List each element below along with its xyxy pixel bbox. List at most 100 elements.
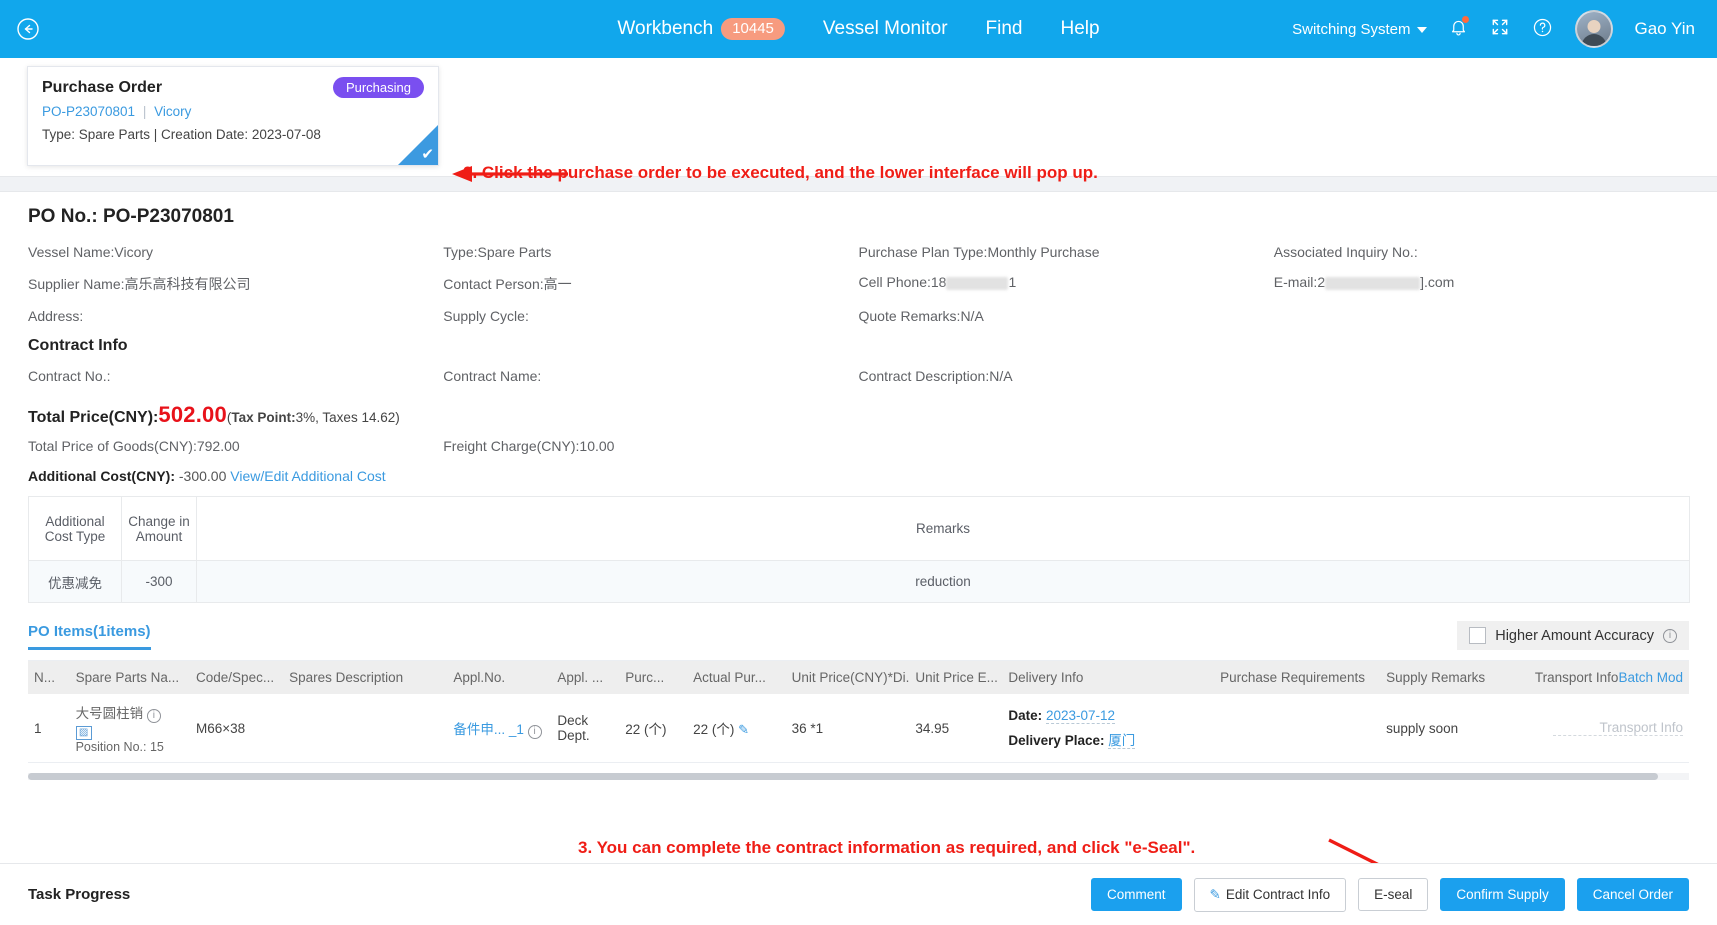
total-price-line: Total Price(CNY):502.00(Tax Point:3%, Ta…	[28, 402, 1689, 428]
position-no-label: Position No.:	[75, 740, 147, 754]
e-seal-button[interactable]: E-seal	[1358, 878, 1429, 911]
edit-pencil-icon[interactable]: ✎	[738, 722, 749, 737]
nav-label-find: Find	[985, 18, 1023, 39]
switching-system-dropdown[interactable]: Switching System	[1292, 20, 1427, 38]
transport-info-input[interactable]: Transport Info	[1553, 720, 1683, 736]
contract-fields-grid: Contract No.: Contract Name: Contract De…	[28, 368, 1689, 384]
nav-item-workbench[interactable]: Workbench 10445	[617, 17, 785, 41]
field-label: Purchase Plan Type:	[858, 244, 988, 260]
field-label: Address:	[28, 308, 84, 324]
appl-no-link[interactable]: 备件申... _1	[453, 722, 524, 737]
field-value: 18	[930, 274, 947, 290]
info-icon[interactable]: i	[527, 724, 542, 739]
redacted-block	[946, 276, 1009, 290]
delivery-date-label: Date:	[1008, 707, 1043, 723]
th-delivery-info: Delivery Info	[1002, 661, 1205, 694]
back-circle-icon[interactable]	[14, 15, 42, 43]
po-no-value: PO-P23070801	[102, 206, 234, 227]
nav-item-vessel-monitor[interactable]: Vessel Monitor	[823, 18, 948, 40]
cell-appl-dept: Deck Dept.	[551, 694, 620, 763]
question-circle-icon[interactable]	[1532, 17, 1553, 42]
footer-actions: Comment ✎ Edit Contract Info E-seal Confi…	[1091, 877, 1689, 912]
field-contract-no: Contract No.:	[28, 368, 443, 384]
th-spares-description: Spares Description	[283, 661, 448, 694]
card-meta: Type: Spare Parts | Creation Date: 2023-…	[42, 127, 321, 142]
po-no-label: PO No.:	[28, 206, 98, 227]
field-value: Monthly Purchase	[987, 244, 1100, 260]
higher-amount-accuracy-control[interactable]: Higher Amount Accuracy i	[1457, 621, 1689, 650]
tab-po-items[interactable]: PO Items(1items)	[28, 623, 151, 650]
nav-item-help[interactable]: Help	[1061, 18, 1100, 40]
switching-system-label: Switching System	[1292, 20, 1411, 38]
table-row[interactable]: 1 大号圆柱销 i ▨ Position No.: 15 M66×38 备件申.…	[28, 694, 1689, 763]
th-supply-remarks: Supply Remarks	[1380, 661, 1512, 694]
th-transport-info-label: Transport Info	[1534, 670, 1619, 685]
tax-note: (Tax Point:3%, Taxes 14.62)	[227, 410, 400, 425]
field-supply-cycle: Supply Cycle:	[443, 308, 858, 324]
th-spare-parts-name: Spare Parts Na...	[69, 661, 191, 694]
cell-transport-info[interactable]: Transport Info	[1511, 694, 1689, 763]
edit-contract-info-button[interactable]: ✎ Edit Contract Info	[1193, 877, 1347, 912]
part-name: 大号圆柱销	[75, 706, 144, 721]
field-label: Quote Remarks:	[858, 308, 961, 324]
user-name[interactable]: Gao Yin	[1635, 19, 1696, 39]
cell-code-spec: M66×38	[190, 694, 284, 763]
delivery-place-value[interactable]: 厦门	[1108, 732, 1136, 749]
delivery-date-value[interactable]: 2023-07-12	[1045, 707, 1115, 724]
nav-label-vessel-monitor: Vessel Monitor	[822, 18, 948, 39]
th-unit-price-excl: Unit Price E...	[909, 661, 1003, 694]
check-icon: ✔	[421, 146, 434, 163]
cell-change-amount: -300	[121, 560, 197, 603]
confirm-supply-button[interactable]: Confirm Supply	[1440, 878, 1565, 911]
info-icon[interactable]: i	[1663, 628, 1677, 643]
bell-icon[interactable]	[1449, 16, 1469, 41]
field-value: 2	[1317, 274, 1326, 290]
cancel-order-button[interactable]: Cancel Order	[1576, 878, 1689, 911]
annotation-text-2: 2. Click the purchase order to be execut…	[463, 163, 1098, 182]
card-po-number[interactable]: PO-P23070801	[42, 104, 135, 119]
card-subtitle: PO-P23070801 | Vicory	[28, 97, 438, 119]
field-label: Contact Person:	[443, 276, 544, 292]
info-icon[interactable]: i	[146, 709, 161, 723]
batch-mod-link[interactable]: Batch Mod	[1618, 670, 1683, 685]
field-value: Spare Parts	[477, 244, 552, 260]
avatar[interactable]	[1574, 10, 1613, 48]
th-purchase-qty: Purc...	[619, 661, 688, 694]
card-vessel-name[interactable]: Vicory	[154, 104, 191, 119]
cell-delivery-info: Date: 2023-07-12 Delivery Place: 厦门	[1002, 694, 1205, 763]
items-tabs-row: PO Items(1items) Higher Amount Accuracy …	[28, 621, 1689, 650]
field-value: Vicory	[114, 244, 154, 260]
purchase-order-detail: PO No.: PO-P23070801 Vessel Name:Vicory …	[0, 192, 1717, 763]
field-value: 高乐高科技有限公司	[124, 276, 251, 292]
field-contract-name: Contract Name:	[443, 368, 858, 384]
cell-unit-price-excl: 34.95	[909, 694, 1003, 763]
table-row: 优惠减免 -300 reduction	[28, 560, 1690, 603]
nav-item-find[interactable]: Find	[986, 18, 1023, 40]
comment-button[interactable]: Comment	[1091, 878, 1182, 911]
th-unit-price-discount: Unit Price(CNY)*Di...	[785, 661, 910, 694]
view-edit-additional-cost-link[interactable]: View/Edit Additional Cost	[230, 468, 385, 484]
th-no: N...	[28, 661, 70, 694]
th-code-spec: Code/Spec...	[190, 661, 284, 694]
purchase-order-card[interactable]: Purchase Order Purchasing PO-P23070801 |…	[27, 66, 439, 166]
annotation-text-3: 3. You can complete the contract informa…	[578, 838, 1196, 857]
cell-appl-no: 备件申... _1 i	[447, 694, 552, 763]
field-type: Type:Spare Parts	[443, 244, 858, 260]
workbench-count-badge: 10445	[721, 17, 785, 41]
cell-spares-description	[283, 694, 448, 763]
fullscreen-icon[interactable]	[1490, 17, 1510, 41]
field-address: Address:	[28, 308, 443, 324]
total-price-value: 502.00	[158, 402, 227, 427]
field-vessel-name: Vessel Name:Vicory	[28, 244, 443, 260]
card-separator: |	[142, 104, 147, 119]
field-label: Supply Cycle:	[443, 308, 529, 324]
th-additional-cost-type: Additional Cost Type	[28, 496, 122, 561]
image-icon[interactable]: ▨	[75, 726, 92, 740]
horizontal-scrollbar[interactable]	[28, 773, 1689, 780]
scrollbar-thumb[interactable]	[28, 773, 1658, 780]
edit-contract-info-label: Edit Contract Info	[1225, 886, 1331, 902]
pencil-icon: ✎	[1209, 886, 1221, 902]
price-breakdown: Total Price of Goods(CNY):792.00 Freight…	[28, 438, 1689, 454]
top-navigation-bar: Workbench 10445 Vessel Monitor Find Help…	[0, 0, 1717, 58]
higher-amount-accuracy-checkbox[interactable]	[1469, 627, 1487, 644]
